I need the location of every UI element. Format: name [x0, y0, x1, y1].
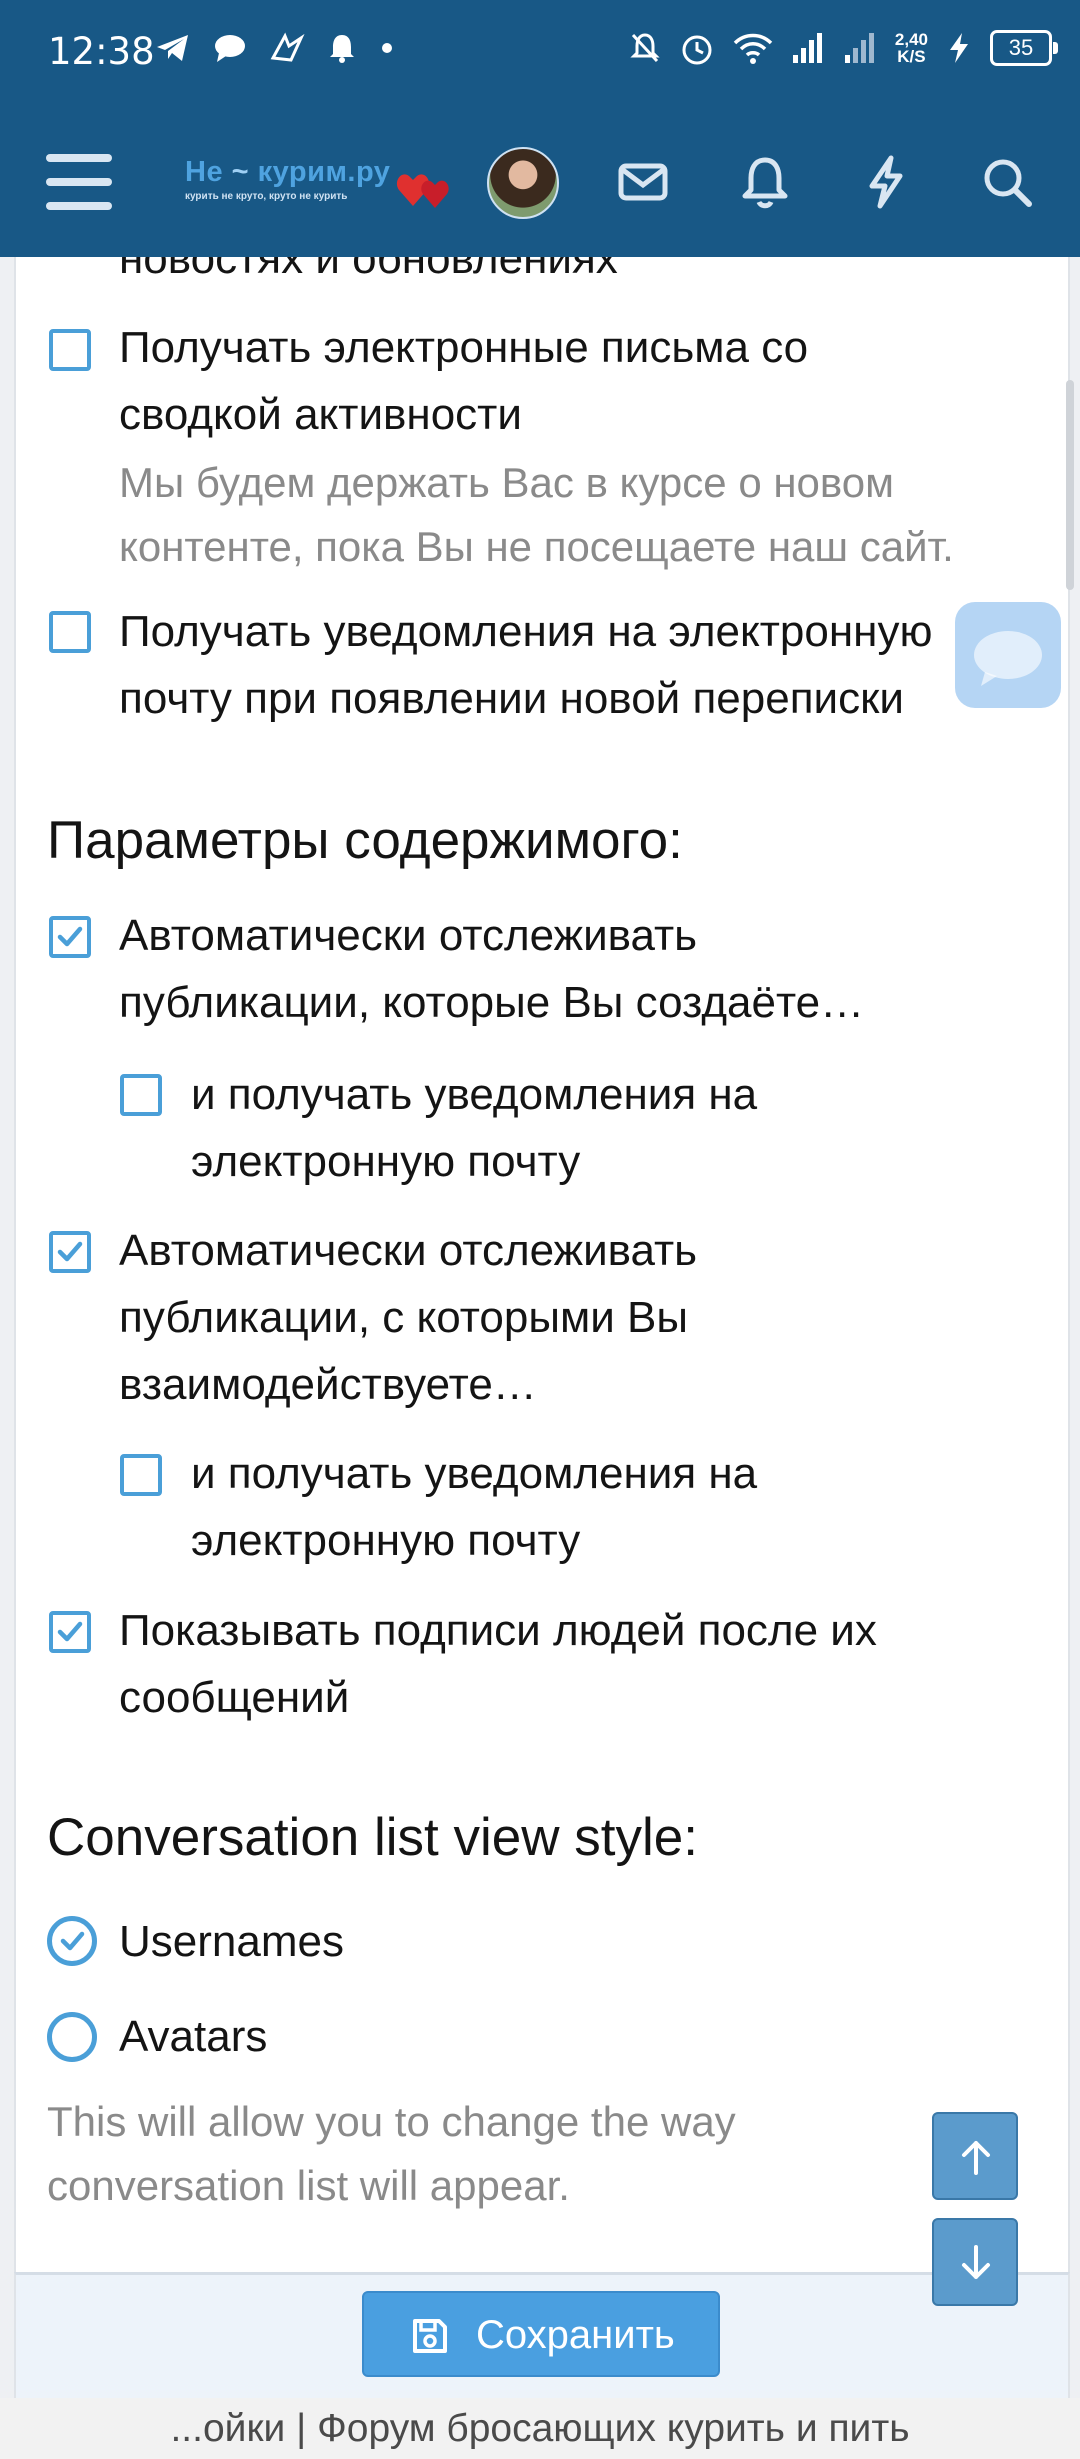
digest-email-checkbox[interactable] [49, 329, 91, 371]
bell-status-icon [330, 35, 354, 63]
watch-created-email-label-1[interactable]: и получать уведомления на [191, 1061, 757, 1128]
radio-avatars[interactable] [47, 2012, 97, 2062]
logo-brand-pre: Не [185, 156, 224, 188]
signatures-checkbox[interactable] [49, 1611, 91, 1653]
nav-bar: Не ~ курим.ру курить не круто, круто не … [0, 108, 1080, 257]
conversation-email-label-1[interactable]: Получать уведомления на электронную [119, 598, 932, 665]
telegram-icon [157, 35, 188, 61]
conversation-view-hint-1: This will allow you to change the way [47, 2098, 736, 2145]
app-header: 12:38 2,40 K/S 35 Не ~ курим.ру курить н… [0, 0, 1080, 257]
content-options-title: Параметры содержимого: [47, 811, 683, 870]
wifi-icon [733, 33, 773, 64]
conversation-email-label-2[interactable]: почту при появлении новой переписки [119, 665, 904, 732]
hamburger-menu-icon[interactable] [46, 154, 112, 210]
alarm-icon [682, 35, 712, 65]
watch-interact-email-label-1[interactable]: и получать уведомления на [191, 1440, 757, 1507]
mute-icon [630, 33, 660, 63]
user-avatar[interactable] [487, 147, 559, 219]
translate-icon [974, 631, 1042, 686]
digest-email-label-2[interactable]: сводкой активности [119, 381, 522, 448]
form-submit-bar: Сохранить [14, 2272, 1070, 2401]
app-notification-icon [270, 32, 305, 62]
digest-email-hint-1: Мы будем держать Вас в курсе о новом [119, 459, 894, 506]
site-logo[interactable]: Не ~ курим.ру курить не круто, круто не … [185, 156, 455, 216]
charging-icon [950, 33, 968, 63]
conversation-view-title: Conversation list view style: [47, 1808, 698, 1867]
signal-2-icon [844, 33, 874, 63]
check-icon [57, 1241, 83, 1262]
lightning-icon[interactable] [856, 152, 916, 212]
radio-avatars-label[interactable]: Avatars [119, 2003, 267, 2070]
save-icon [413, 2319, 447, 2353]
save-button-label: Сохранить [476, 2313, 675, 2357]
signal-icon [792, 33, 822, 63]
digest-email-hint-2: контенте, пока Вы не посещаете наш сайт. [119, 523, 954, 570]
signatures-label-1[interactable]: Показывать подписи людей после их [119, 1597, 877, 1664]
status-time: 12:38 [48, 30, 155, 73]
browser-page-title: ...ойки | Форум бросающих курить и пить [0, 2398, 1080, 2459]
watch-interact-checkbox[interactable] [49, 1231, 91, 1273]
net-speed: 2,40 K/S [894, 30, 928, 66]
arrow-down-icon [962, 2245, 990, 2279]
watch-interact-label-3[interactable]: взаимодействуете… [119, 1351, 537, 1418]
watch-created-label-2[interactable]: публикации, которые Вы создаёте… [119, 969, 864, 1036]
more-dot-icon [382, 43, 392, 53]
notification-icons [155, 32, 395, 64]
preferences-form: новостях и обновлениях Получать электрон… [14, 234, 1070, 2272]
search-icon[interactable] [977, 152, 1037, 212]
check-icon [60, 1931, 85, 1951]
signatures-label-2[interactable]: сообщений [119, 1664, 349, 1731]
save-button[interactable]: Сохранить [362, 2291, 720, 2377]
hearts-icon [396, 174, 449, 208]
conversation-email-checkbox[interactable] [49, 611, 91, 653]
system-icons: 2,40 K/S 35 [629, 30, 1058, 66]
scroll-bottom-button[interactable] [932, 2218, 1018, 2306]
status-bar: 12:38 2,40 K/S 35 [0, 0, 1080, 108]
radio-usernames[interactable] [47, 1916, 97, 1966]
check-icon [57, 926, 83, 947]
watch-interact-email-label-2[interactable]: электронную почту [191, 1507, 580, 1574]
mail-icon[interactable] [613, 152, 673, 212]
chat-bubble-icon [215, 35, 245, 62]
digest-email-label-1[interactable]: Получать электронные письма со [119, 314, 808, 381]
scroll-top-button[interactable] [932, 2112, 1018, 2200]
radio-usernames-label[interactable]: Usernames [119, 1908, 344, 1975]
arrow-up-icon [962, 2141, 990, 2175]
battery-indicator: 35 [990, 30, 1058, 66]
translate-float-button[interactable] [955, 602, 1061, 708]
check-icon [57, 1621, 83, 1642]
watch-created-email-label-2[interactable]: электронную почту [191, 1128, 580, 1195]
watch-interact-email-checkbox[interactable] [120, 1454, 162, 1496]
conversation-view-hint-2: conversation list will appear. [47, 2162, 570, 2209]
bell-icon[interactable] [735, 152, 795, 212]
watch-created-label-1[interactable]: Автоматически отслеживать [119, 902, 697, 969]
watch-interact-label-2[interactable]: публикации, с которыми Вы [119, 1284, 688, 1351]
watch-created-email-checkbox[interactable] [120, 1074, 162, 1116]
page-scrollbar[interactable] [1066, 380, 1074, 590]
logo-brand-post: курим.ру [257, 156, 391, 188]
watch-interact-label-1[interactable]: Автоматически отслеживать [119, 1217, 697, 1284]
watch-created-checkbox[interactable] [49, 916, 91, 958]
